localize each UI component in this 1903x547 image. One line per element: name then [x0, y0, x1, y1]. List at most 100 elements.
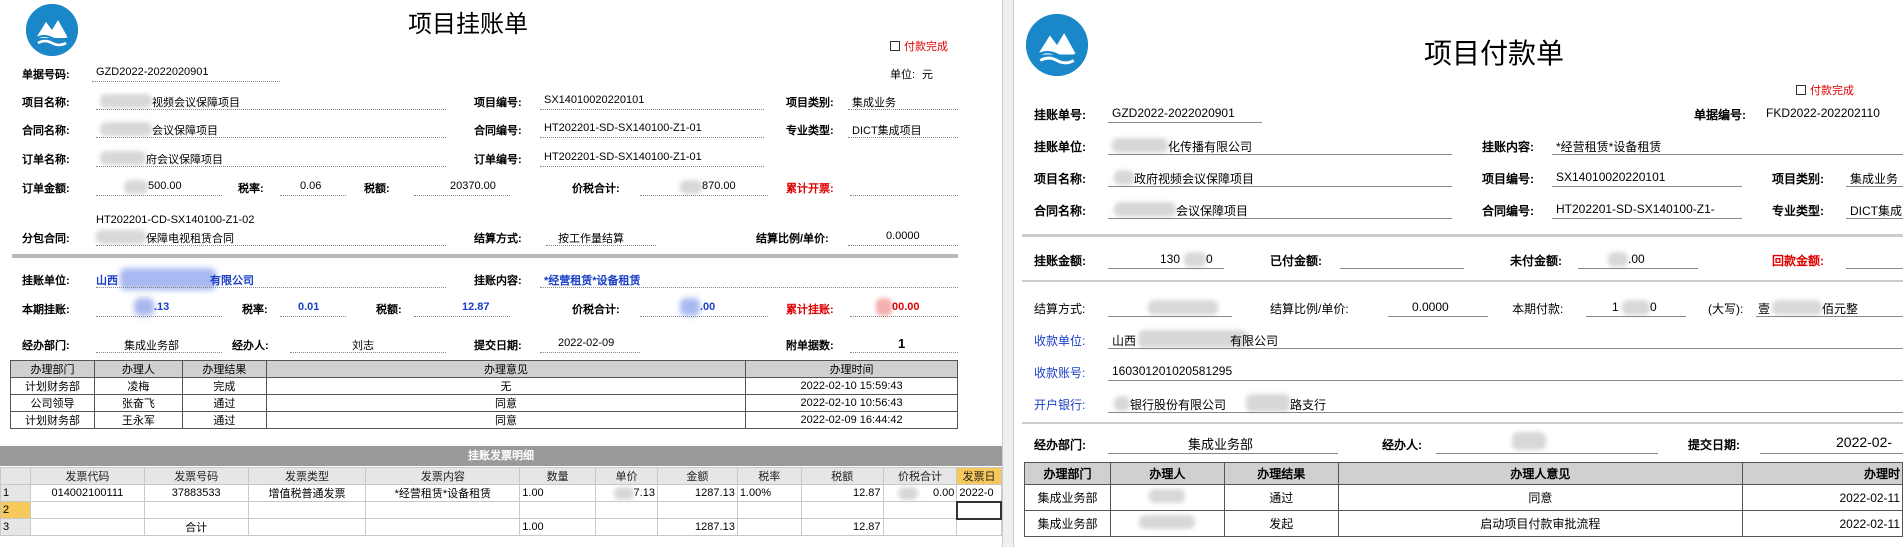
underline — [1586, 301, 1686, 317]
table-row[interactable]: 3 合计 1.00 1287.13 12.87 — [0, 518, 1002, 536]
doc-no-value: FKD2022-202202110 — [1766, 106, 1880, 120]
company-logo — [26, 4, 78, 56]
cell[interactable]: 37883533 — [143, 484, 249, 502]
cell[interactable]: 1.00 — [519, 518, 597, 536]
row-number[interactable]: 2 — [0, 501, 31, 519]
col-header[interactable]: 金额 — [656, 467, 738, 485]
col-header[interactable]: 发票代码 — [29, 467, 145, 485]
col-header[interactable]: 价税合计 — [882, 467, 958, 485]
cell[interactable] — [247, 518, 367, 536]
underline — [640, 180, 768, 196]
col-header[interactable]: 单价 — [595, 467, 658, 485]
table-row[interactable]: 1 014002100111 37883533 增值税普通发票 *经营租赁*设备… — [0, 484, 1002, 502]
total-label: 价税合计: — [572, 183, 620, 195]
ratio-label: 结算比例/单价: — [1270, 302, 1349, 316]
cell[interactable]: 12.87 — [800, 518, 884, 536]
underline — [640, 301, 768, 317]
cell[interactable] — [956, 518, 1002, 536]
underline — [1552, 203, 1742, 219]
underline — [1552, 171, 1742, 187]
project-type-label: 项目类别: — [1772, 172, 1824, 186]
acc-unit-label: 挂账单位: — [22, 275, 70, 287]
row-number[interactable]: 3 — [0, 518, 31, 536]
col-header[interactable]: 发票内容 — [365, 467, 521, 485]
contract-name-label: 合同名称: — [22, 125, 70, 137]
col-header[interactable]: 税率 — [736, 467, 802, 485]
cell[interactable]: 1.00 — [519, 484, 597, 502]
cell[interactable] — [595, 518, 658, 536]
payment-done-checkbox[interactable]: 付款完成 — [890, 38, 948, 54]
cell[interactable] — [29, 518, 145, 536]
cell[interactable] — [519, 501, 597, 519]
row-number[interactable]: 1 — [0, 484, 31, 502]
cell[interactable] — [882, 501, 958, 519]
underline — [1108, 301, 1232, 317]
cell[interactable] — [800, 501, 884, 519]
cell[interactable]: 2022-0 — [956, 484, 1002, 502]
underline — [546, 230, 656, 246]
underline — [850, 301, 958, 317]
cell[interactable]: 增值税普通发票 — [247, 484, 367, 502]
cell[interactable] — [365, 518, 521, 536]
major-label: 专业类型: — [1772, 204, 1824, 218]
cell[interactable]: 014002100111 — [29, 484, 145, 502]
cell: 计划财务部 — [10, 377, 95, 395]
col-header[interactable] — [0, 467, 31, 485]
page-title: 项目付款单 — [1424, 38, 1565, 69]
cell[interactable]: 1.00% — [736, 484, 802, 502]
cur-pay-label: 本期付款: — [1512, 302, 1564, 316]
unit-label: 单位: — [890, 69, 916, 81]
col-header: 办理结果 — [1223, 462, 1339, 485]
col-header[interactable]: 发票号码 — [143, 467, 249, 485]
unpaid-label: 未付金额: — [1510, 254, 1562, 268]
cell[interactable]: 1287.13 — [656, 484, 738, 502]
accum-invoice-label: 累计开票: — [786, 183, 834, 195]
cell[interactable] — [247, 501, 367, 519]
underline — [540, 337, 640, 353]
col-header[interactable]: 发票日 — [956, 467, 1002, 485]
cell[interactable]: 合计 — [143, 518, 249, 536]
underline — [280, 180, 346, 196]
paid-label: 已付金额: — [1270, 254, 1322, 268]
cell[interactable]: 0.00 — [882, 484, 958, 502]
handler-label: 经办人: — [232, 340, 269, 352]
underline — [96, 230, 446, 246]
underline — [1340, 253, 1464, 269]
underline — [96, 180, 222, 196]
col-header[interactable]: 发票类型 — [247, 467, 367, 485]
project-type-label: 项目类别: — [786, 97, 834, 109]
underline — [96, 122, 446, 138]
cell: 集成业务部 — [1024, 484, 1111, 511]
cell[interactable] — [365, 501, 521, 519]
selected-cell[interactable] — [955, 500, 1003, 520]
cell: 完成 — [181, 377, 267, 395]
cell: 通过 — [1223, 484, 1339, 511]
cell[interactable] — [736, 518, 802, 536]
table-row[interactable]: 2 — [0, 500, 1003, 520]
cell: 无 — [265, 377, 747, 395]
accum-acc-label: 累计挂账: — [786, 304, 834, 316]
cell — [1109, 510, 1225, 537]
col-header[interactable]: 数量 — [519, 467, 597, 485]
cell[interactable] — [595, 501, 658, 519]
cell[interactable] — [143, 501, 249, 519]
cell: 计划财务部 — [10, 411, 95, 429]
submit-label: 提交日期: — [1688, 438, 1740, 452]
approval-table: 办理部门 办理人 办理结果 办理意见 办理时间 计划财务部 凌梅 完成 无 20… — [10, 360, 958, 429]
project-no-label: 项目编号: — [474, 97, 522, 109]
invoice-grid[interactable]: 发票代码 发票号码 发票类型 发票内容 数量 单价 金额 税率 税额 价税合计 … — [0, 467, 1003, 536]
payment-done-checkbox[interactable]: 付款完成 — [1796, 82, 1854, 98]
underline — [1388, 301, 1488, 317]
cell[interactable] — [736, 501, 802, 519]
underline — [848, 122, 958, 138]
cell: 同意 — [265, 411, 747, 429]
cell[interactable] — [29, 501, 145, 519]
page-title: 项目挂账单 — [408, 11, 528, 38]
cell[interactable] — [882, 518, 958, 536]
cell[interactable]: 12.87 — [800, 484, 884, 502]
cell[interactable] — [656, 501, 738, 519]
contract-no-label: 合同编号: — [474, 125, 522, 137]
cell[interactable]: 1287.13 — [656, 518, 738, 536]
cell[interactable]: *经营租赁*设备租赁 — [365, 484, 521, 502]
col-header[interactable]: 税额 — [800, 467, 884, 485]
